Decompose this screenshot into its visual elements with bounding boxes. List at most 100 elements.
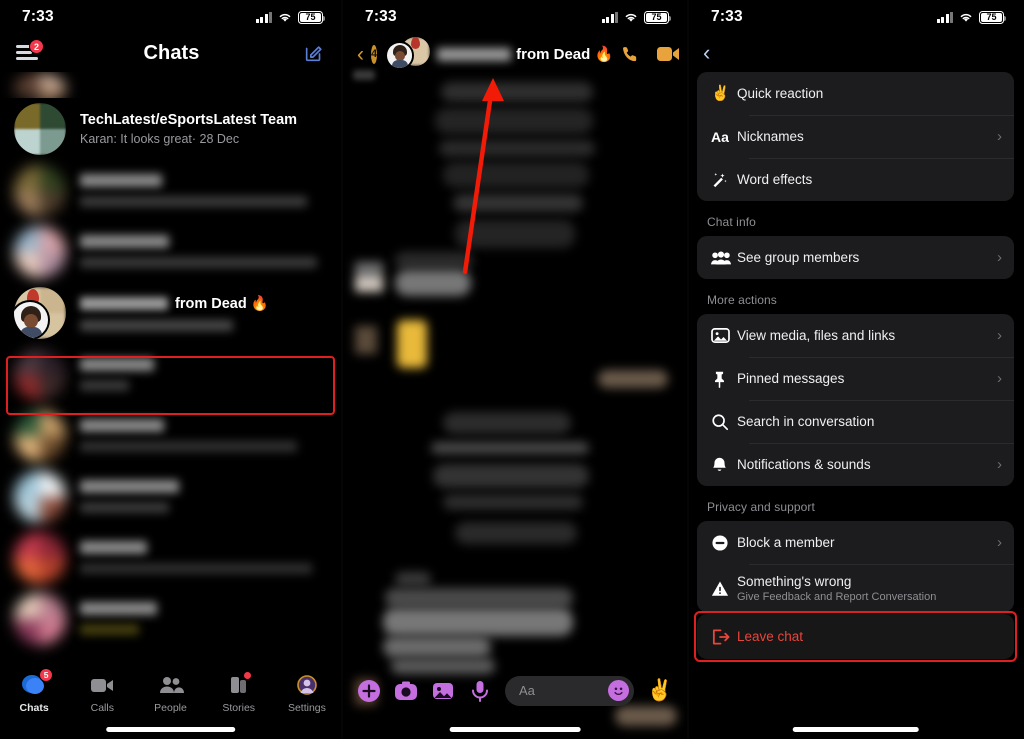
warning-triangle-icon [711,580,737,597]
page-title: Chats [143,41,200,64]
chat-snippet-redacted [80,196,308,207]
list-item-text: from Dead 🔥 [80,295,327,331]
status-time: 7:33 [22,8,54,25]
leave-chat-wrapper: Leave chat [694,611,1017,662]
list-item-text [80,602,327,635]
avatar [14,409,66,462]
message-bubble[interactable] [395,252,473,270]
option-block-member[interactable]: Block a member › [697,521,1014,564]
option-label: Pinned messages [737,371,845,386]
option-word-effects[interactable]: Word effects [697,158,1014,201]
list-item[interactable] [0,344,341,405]
list-item-techlatest[interactable]: TechLatest/eSportsLatest Team Karan: It … [0,98,341,160]
option-label: See group members [737,250,860,265]
chat-name-redacted [80,358,155,371]
battery-percent: 75 [651,12,662,22]
tab-settings[interactable]: Settings [273,673,341,714]
list-item-text [80,419,327,452]
list-item[interactable] [0,405,341,466]
wifi-icon [960,13,972,22]
search-icon [711,413,737,431]
message-bubble[interactable] [443,162,589,188]
option-view-media[interactable]: View media, files and links › [697,314,1014,357]
message-bubble[interactable] [433,464,589,488]
tab-people[interactable]: People [136,673,204,714]
chat-name-redacted [80,480,179,493]
chat-name-redacted [80,297,168,310]
option-leave-chat[interactable]: Leave chat [697,614,1014,659]
cellular-signal-icon [255,11,272,23]
option-label: Something's wrong [737,573,852,589]
status-indicators: 75 [936,10,1006,24]
list-item[interactable] [0,160,341,221]
option-pinned-messages[interactable]: Pinned messages › [697,357,1014,400]
message-bubble[interactable] [385,588,573,608]
microphone-icon[interactable] [468,679,492,703]
message-bubble[interactable] [455,522,577,544]
video-camera-icon[interactable] [655,44,681,64]
camera-icon[interactable] [394,679,418,703]
chat-name: from Dead 🔥 [80,295,327,312]
message-bubble[interactable] [443,412,571,434]
section-label-chat-info: Chat info [707,215,756,229]
option-quick-reaction[interactable]: ✌️ Quick reaction [697,72,1014,115]
chat-snippet-redacted [80,380,130,391]
message-bubble[interactable] [383,608,573,636]
message-bubble[interactable] [455,220,575,248]
message-bubble[interactable] [453,194,583,212]
compose-icon[interactable] [303,42,325,64]
smiley-icon[interactable] [607,680,629,701]
list-item-text [80,541,327,574]
menu-icon[interactable]: 2 [16,39,44,62]
chat-snippet-redacted [80,320,234,331]
status-bar-mid: 7:33 75 [343,0,687,34]
status-bar-left: 7:33 75 [0,0,341,34]
list-item-text [80,480,327,513]
chat-snippet-redacted [80,441,298,452]
peace-hand-icon[interactable]: ✌️ [647,680,673,701]
plus-circle-icon[interactable] [357,679,381,703]
message-input[interactable]: Aa [505,675,634,706]
option-somethings-wrong[interactable]: Something's wrong Give Feedback and Repo… [697,564,1014,612]
avatar [14,531,66,584]
list-item[interactable] [0,527,341,588]
back-chevron-icon[interactable]: ‹ [357,44,364,65]
status-bar-right: 7:33 75 [689,0,1022,34]
list-item-selected[interactable]: from Dead 🔥 [0,282,341,344]
option-notifications-sounds[interactable]: Notifications & sounds › [697,443,1014,486]
list-item[interactable] [0,72,341,98]
avatar-primary [385,41,415,70]
sticker-message[interactable] [397,320,427,368]
header-avatars[interactable] [384,37,431,71]
message-bubble[interactable] [439,140,595,157]
option-see-group-members[interactable]: See group members › [697,236,1014,279]
aa-text-icon: Aa [711,128,729,145]
menu-badge: 2 [29,39,44,54]
list-item[interactable] [0,588,341,649]
message-bubble[interactable] [383,636,491,658]
message-bubble[interactable] [395,572,431,586]
tab-stories[interactable]: Stories [205,671,273,714]
list-item-text [80,235,327,268]
tab-chats[interactable]: 5 Chats [0,668,68,714]
message-bubble-outgoing[interactable] [598,370,668,388]
chevron-left-icon[interactable]: ‹ [703,42,710,64]
message-bubble[interactable] [395,270,471,296]
list-item-text [80,174,327,207]
list-item[interactable] [0,466,341,527]
phone-icon[interactable] [620,44,641,65]
settings-avatar-icon [294,673,320,697]
message-bubble[interactable] [431,442,589,454]
message-bubble[interactable] [435,108,593,134]
block-circle-icon [711,534,737,552]
message-bubble[interactable] [443,494,583,510]
section-label-privacy-support: Privacy and support [707,500,815,514]
list-item[interactable] [0,221,341,282]
option-search-conversation[interactable]: Search in conversation [697,400,1014,443]
option-nicknames[interactable]: Aa Nicknames › [697,115,1014,158]
message-bubble[interactable] [441,82,593,102]
chat-details-screen: 7:33 75 ‹ ✌️ Quick reaction Aa Nicknames… [689,0,1022,739]
image-icon[interactable] [431,679,455,703]
tab-calls[interactable]: Calls [68,673,136,714]
chat-snippet-redacted [80,563,313,574]
